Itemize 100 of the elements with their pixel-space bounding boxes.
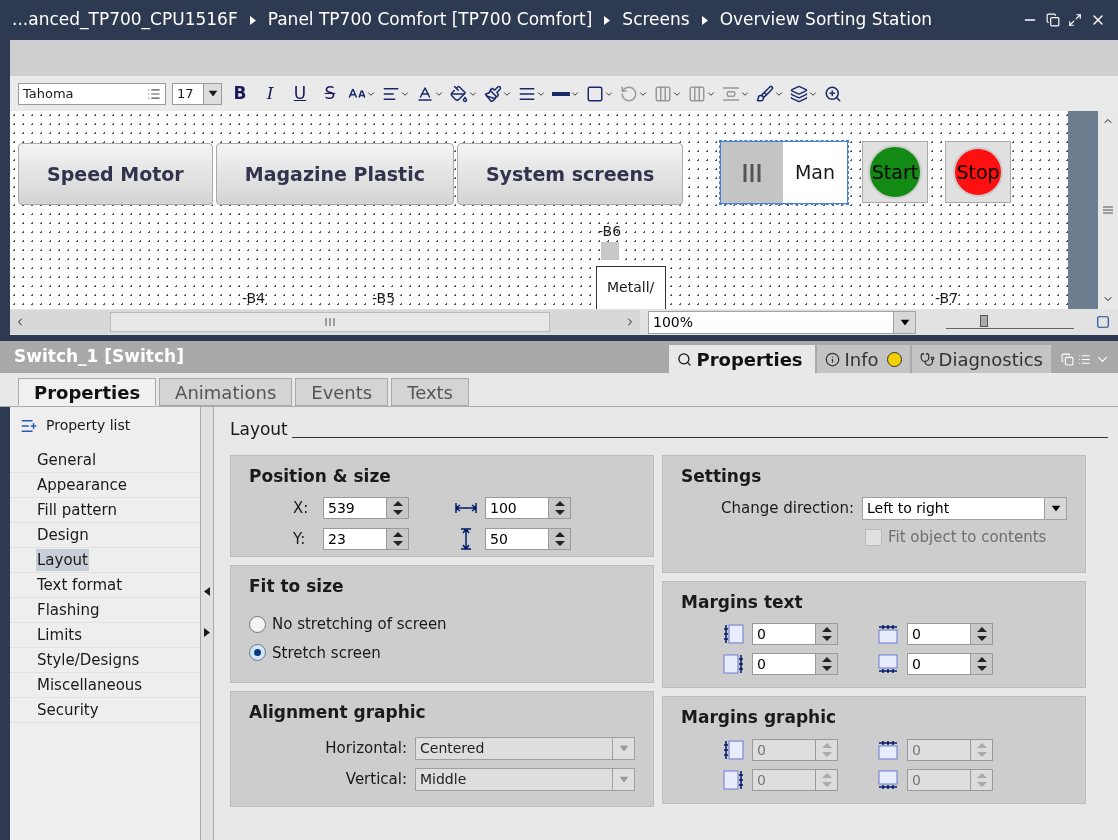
- horizontal-scrollbar[interactable]: [10, 310, 640, 334]
- toolbar-button[interactable]: [756, 84, 784, 103]
- radio-button[interactable]: [249, 615, 266, 633]
- up-down-icon: [821, 657, 832, 671]
- group-title: Settings: [681, 464, 763, 488]
- number-field[interactable]: 0: [752, 623, 838, 645]
- tag-label: -B5: [372, 291, 396, 305]
- sidebar-item[interactable]: Style/Designs: [36, 648, 141, 672]
- breadcrumb[interactable]: Panel TP700 Comfort [TP700 Comfort]: [267, 7, 593, 33]
- screen-button[interactable]: System screens: [456, 143, 684, 205]
- dropdown[interactable]: 100%: [648, 310, 916, 334]
- line-color-icon: [484, 84, 502, 103]
- spin-buttons[interactable]: [815, 624, 837, 644]
- scroll-thumb[interactable]: [110, 312, 550, 332]
- sidebar-item[interactable]: Text format: [36, 573, 124, 597]
- radio-option[interactable]: Stretch screen: [249, 641, 635, 664]
- toolbar-button[interactable]: [450, 84, 478, 103]
- panel-tab[interactable]: Properties: [669, 345, 816, 373]
- spacing-icon: [722, 84, 740, 103]
- breadcrumb[interactable]: Screens: [622, 7, 690, 33]
- panel-tab[interactable]: Diagnostics: [911, 345, 1051, 373]
- zoom-slider[interactable]: [946, 315, 1074, 329]
- spin-buttons[interactable]: [386, 528, 408, 549]
- number-field[interactable]: 0: [752, 653, 838, 675]
- up-down-icon: [392, 531, 403, 546]
- sidebar-item[interactable]: General: [36, 448, 98, 472]
- group-title: Alignment graphic: [249, 700, 427, 724]
- toolbar-button[interactable]: [790, 84, 818, 103]
- sidebar-item[interactable]: Miscellaneous: [36, 673, 144, 697]
- tab[interactable]: Texts: [391, 378, 469, 406]
- sidebar-item[interactable]: Flashing: [36, 598, 101, 622]
- line-width-icon: [552, 91, 570, 96]
- format-button[interactable]: I: [258, 80, 282, 107]
- restore-icon[interactable]: [1046, 13, 1060, 27]
- section-title: Layout: [230, 418, 288, 441]
- breadcrumb-arrow-icon: [701, 15, 708, 25]
- spin-buttons[interactable]: [970, 624, 992, 644]
- number-field[interactable]: 0: [907, 623, 993, 645]
- field-label: Vertical:: [345, 769, 407, 791]
- font-size-field[interactable]: 17: [172, 82, 222, 105]
- tab[interactable]: Properties: [18, 378, 157, 406]
- number-field[interactable]: 23: [323, 527, 409, 550]
- list-icon[interactable]: [147, 86, 161, 101]
- number-field[interactable]: 539: [323, 497, 409, 520]
- align-objects-icon: [654, 84, 672, 103]
- font-field[interactable]: Tahoma: [18, 82, 166, 105]
- panel-tab[interactable]: Info: [817, 345, 910, 373]
- screen-button[interactable]: Magazine Plastic: [215, 143, 454, 205]
- sidebar-item[interactable]: Layout: [36, 548, 89, 572]
- spin-buttons[interactable]: [386, 498, 408, 519]
- radio-button[interactable]: [249, 644, 266, 662]
- up-down-icon: [554, 531, 565, 546]
- field-label: X:: [293, 498, 310, 519]
- slider-thumb[interactable]: [980, 315, 989, 327]
- sidebar-item[interactable]: Security: [36, 698, 100, 722]
- maximize-icon[interactable]: [1068, 13, 1082, 27]
- toolbar-button[interactable]: [824, 84, 842, 103]
- format-button[interactable]: S: [318, 80, 342, 107]
- right-margin-icon: [723, 654, 744, 674]
- start-button[interactable]: Start: [862, 141, 928, 203]
- breadcrumb[interactable]: Overview Sorting Station: [719, 7, 933, 33]
- radio-option[interactable]: No stretching of screen: [249, 613, 635, 636]
- number-field[interactable]: 100: [485, 497, 571, 520]
- expand-icon: [204, 628, 210, 637]
- breadcrumb-arrow-icon: [249, 15, 256, 25]
- dropdown[interactable]: Left to right: [862, 497, 1067, 520]
- spin-buttons[interactable]: [548, 528, 570, 549]
- number-field[interactable]: 0: [907, 653, 993, 675]
- format-button[interactable]: U: [288, 80, 312, 107]
- top-margin-icon: [878, 624, 899, 644]
- screen-button[interactable]: Speed Motor: [18, 143, 213, 205]
- group-title: Margins graphic: [681, 706, 838, 729]
- stop-button[interactable]: Stop: [945, 141, 1011, 203]
- format-button[interactable]: B: [228, 80, 252, 107]
- up-down-icon: [976, 627, 987, 641]
- top-margin-icon: [878, 739, 899, 760]
- caret-icon: [900, 319, 909, 325]
- spin-buttons[interactable]: [815, 654, 837, 674]
- sidebar-item[interactable]: Limits: [36, 623, 83, 647]
- sidebar-item[interactable]: Fill pattern: [36, 498, 118, 522]
- group-title: Position & size: [249, 464, 392, 488]
- spin-buttons[interactable]: [970, 654, 992, 674]
- up-down-icon: [821, 772, 832, 787]
- sidebar-item[interactable]: Appearance: [36, 473, 129, 497]
- bottom-margin-icon: [878, 769, 899, 790]
- inspector-title: Switch_1 [Switch]: [14, 345, 184, 369]
- spin-buttons[interactable]: [548, 498, 570, 519]
- breadcrumb[interactable]: ...anced_TP700_CPU1516F: [12, 7, 238, 33]
- number-field[interactable]: 50: [485, 527, 571, 550]
- toolbar-button[interactable]: [484, 84, 512, 103]
- tab[interactable]: Events: [295, 378, 389, 406]
- switch-control[interactable]: Man: [720, 141, 848, 204]
- window-icon[interactable]: [1096, 315, 1110, 329]
- toolbar-button[interactable]: [416, 84, 444, 103]
- tab[interactable]: Animations: [159, 378, 293, 406]
- sidebar-item[interactable]: Design: [36, 523, 90, 547]
- sidebar-header[interactable]: Property list: [46, 415, 131, 436]
- up-down-icon: [976, 657, 987, 671]
- toolbar-button[interactable]: [586, 84, 614, 103]
- bottom-margin-icon: [878, 654, 899, 674]
